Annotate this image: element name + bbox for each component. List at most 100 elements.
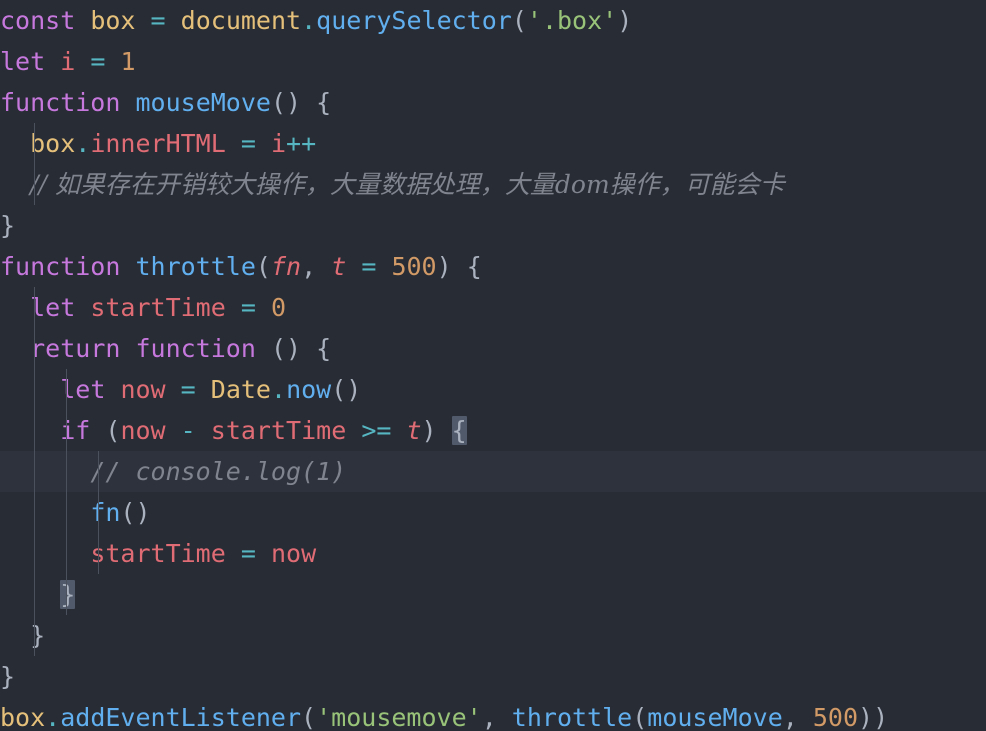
code-line[interactable]: let now = Date.now()	[0, 369, 986, 410]
code-token: -	[180, 416, 196, 445]
code-content[interactable]: const box = document.querySelector('.box…	[0, 0, 986, 731]
code-token: let	[60, 375, 106, 404]
code-token: (	[511, 6, 527, 35]
code-token: ()	[331, 375, 362, 404]
code-token: now	[120, 416, 166, 445]
code-token: =	[240, 293, 256, 322]
code-line[interactable]: }	[0, 574, 986, 615]
code-token: mouseMove	[647, 703, 783, 731]
code-line[interactable]: box.innerHTML = i++	[0, 123, 986, 164]
code-token: 0	[270, 293, 287, 322]
code-token: fn	[90, 498, 121, 527]
code-token: ,	[782, 703, 813, 731]
code-line[interactable]: fn()	[0, 492, 986, 533]
code-token: 'mousemove'	[316, 703, 482, 731]
code-token: document	[180, 6, 302, 35]
code-line[interactable]: }	[0, 205, 986, 246]
code-token: ))	[858, 703, 889, 731]
code-token: if	[60, 416, 91, 445]
code-line[interactable]: box.addEventListener ( 'mousemove', thrott…	[0, 697, 986, 731]
code-token: mouseMove	[135, 88, 271, 117]
code-line[interactable]: }	[0, 615, 986, 656]
code-token: fn	[270, 252, 302, 281]
code-token: '.box'	[526, 6, 618, 35]
code-token: ,	[301, 252, 332, 281]
code-token: .	[45, 703, 61, 731]
code-line[interactable]: function throttle(fn, t = 500) {	[0, 246, 986, 287]
code-token: // 如果存在开销较大操作，大量数据处理，大量dom操作，可能会卡	[30, 170, 785, 199]
code-token: return	[30, 334, 121, 363]
code-token: function	[135, 334, 256, 363]
code-line[interactable]: if (now - startTime >= t) {	[0, 410, 986, 451]
code-token: ) {	[436, 252, 482, 281]
code-token: box	[0, 703, 46, 731]
code-token: now	[120, 375, 166, 404]
code-line[interactable]: let startTime = 0	[0, 287, 986, 328]
code-token: 1	[120, 47, 136, 76]
code-line[interactable]: const box = document.querySelector('.box…	[0, 0, 986, 41]
code-token: // console.log(1)	[90, 457, 347, 486]
code-line[interactable]: startTime = now	[0, 533, 986, 574]
code-token: 500	[812, 703, 859, 731]
code-token: =	[240, 129, 256, 158]
code-token: =	[150, 6, 166, 35]
code-token: Date	[210, 375, 271, 404]
code-line[interactable]: // 如果存在开销较大操作，大量数据处理，大量dom操作，可能会卡	[0, 164, 986, 205]
code-token: ,	[481, 703, 512, 731]
code-token: .	[271, 375, 287, 404]
code-token: (	[90, 416, 121, 445]
code-token: throttle	[511, 703, 633, 731]
code-line[interactable]: }	[0, 656, 986, 697]
code-token: startTime	[210, 416, 347, 445]
code-line[interactable]: function mouseMove() {	[0, 82, 986, 123]
code-line[interactable]: // console.log(1)	[0, 451, 986, 492]
code-line[interactable]: let i = 1	[0, 41, 986, 82]
code-token: addEventListener	[60, 703, 302, 731]
code-token: function	[0, 252, 121, 281]
brace-match-token: }	[60, 580, 76, 609]
code-token: now	[286, 375, 332, 404]
code-token: 500	[391, 252, 437, 281]
code-token: ()	[120, 498, 151, 527]
code-token: () {	[270, 88, 332, 117]
code-token: t	[406, 416, 422, 445]
code-token: .	[301, 6, 317, 35]
code-token: i	[60, 47, 76, 76]
code-token: }	[30, 621, 46, 650]
code-token: (	[632, 703, 648, 731]
code-token: function	[0, 88, 121, 117]
code-token: let	[0, 47, 46, 76]
code-token: startTime	[90, 293, 226, 322]
code-token: throttle	[135, 252, 256, 281]
code-line[interactable]: return function () {	[0, 328, 986, 369]
code-editor[interactable]: const box = document.querySelector('.box…	[0, 0, 986, 731]
code-token: }	[0, 662, 16, 691]
code-token: =	[361, 252, 377, 281]
code-token: box	[90, 6, 136, 35]
code-token: t	[331, 252, 347, 281]
